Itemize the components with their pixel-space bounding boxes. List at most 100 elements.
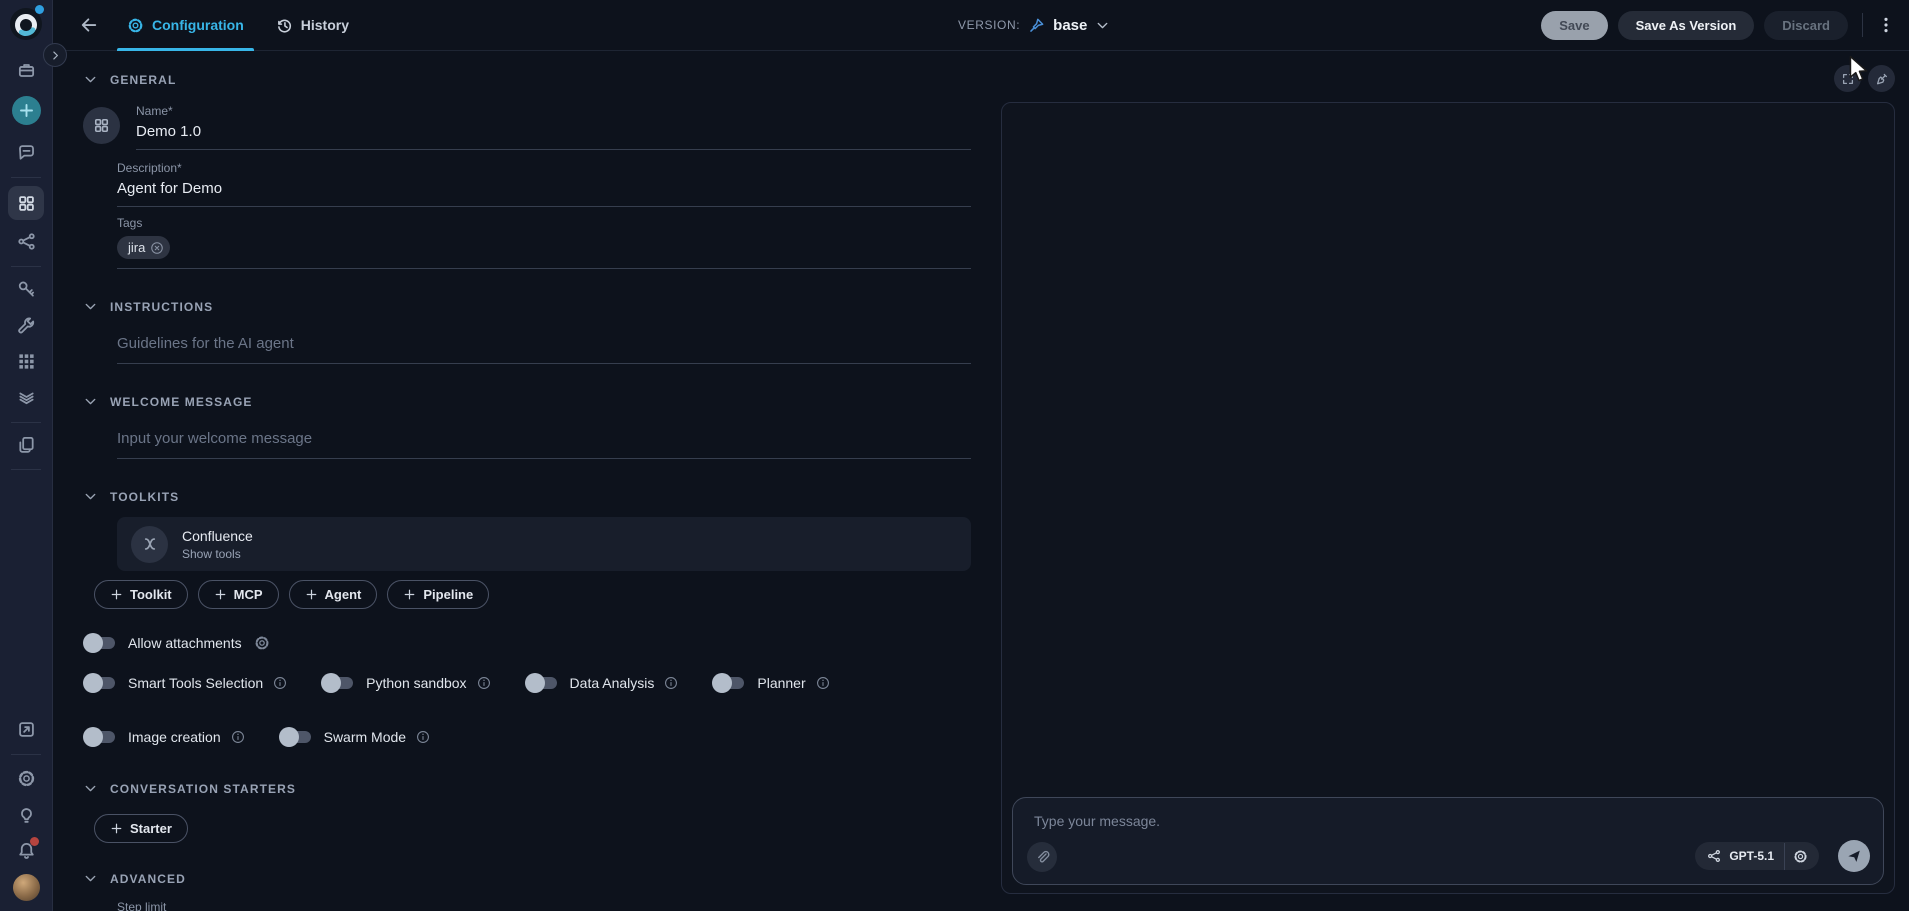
python-sandbox-switch[interactable] <box>321 673 356 693</box>
add-toolkit-button[interactable]: Toolkit <box>94 580 188 609</box>
description-field[interactable]: Description* Agent for Demo <box>117 161 971 207</box>
add-agent-button[interactable]: Agent <box>289 580 378 609</box>
toggle-swarm-mode[interactable]: Swarm Mode <box>279 727 430 747</box>
send-icon <box>1846 848 1862 864</box>
instructions-input[interactable]: Guidelines for the AI agent <box>117 335 971 364</box>
model-settings-button[interactable] <box>1785 843 1815 869</box>
info-icon[interactable] <box>231 730 245 744</box>
sidebar-item-notifications[interactable] <box>8 835 44 865</box>
logo-status-dot <box>35 5 44 14</box>
attach-file-button[interactable] <box>1027 842 1057 872</box>
info-icon[interactable] <box>477 676 491 690</box>
section-welcome-message[interactable]: WELCOME MESSAGE <box>83 394 971 409</box>
sidebar-create-button[interactable] <box>12 96 41 125</box>
sidebar-expand-button[interactable] <box>43 43 67 67</box>
chevron-down-icon <box>83 394 98 409</box>
flow-icon <box>17 232 36 251</box>
sidebar-item-toolkits[interactable] <box>8 310 44 340</box>
sidebar-item-integrations[interactable] <box>8 346 44 376</box>
add-pipeline-button[interactable]: Pipeline <box>387 580 489 609</box>
user-avatar[interactable] <box>13 874 40 901</box>
top-header: Configuration History VERSION: base Save… <box>53 0 1909 51</box>
show-tools-link[interactable]: Show tools <box>182 547 253 561</box>
fullscreen-button[interactable] <box>1834 65 1861 92</box>
send-message-button[interactable] <box>1838 840 1870 872</box>
version-selector[interactable]: VERSION: base <box>958 17 1110 34</box>
section-instructions[interactable]: INSTRUCTIONS <box>83 299 971 314</box>
add-mcp-button[interactable]: MCP <box>198 580 279 609</box>
sidebar-item-credentials[interactable] <box>8 273 44 303</box>
name-value[interactable]: Demo 1.0 <box>136 123 971 140</box>
chevron-down-icon <box>83 489 98 504</box>
sidebar-item-chats[interactable] <box>8 137 44 167</box>
section-title: GENERAL <box>110 73 176 87</box>
add-starter-button[interactable]: Starter <box>94 814 188 843</box>
app-logo-icon[interactable] <box>9 7 43 41</box>
lightbulb-icon <box>17 806 36 825</box>
toggle-data-analysis[interactable]: Data Analysis <box>525 673 679 693</box>
sidebar-item-agents[interactable] <box>8 186 44 220</box>
save-as-version-button[interactable]: Save As Version <box>1618 11 1755 40</box>
sidebar-item-ideas[interactable] <box>8 800 44 830</box>
agent-avatar[interactable] <box>83 107 120 144</box>
sidebar-item-collections[interactable] <box>8 714 44 744</box>
name-field[interactable]: Name* Demo 1.0 <box>136 104 971 150</box>
description-value[interactable]: Agent for Demo <box>117 180 971 197</box>
info-icon[interactable] <box>664 676 678 690</box>
toggle-smart-tools-selection[interactable]: Smart Tools Selection <box>83 673 287 693</box>
sidebar-item-workspace[interactable] <box>8 55 44 85</box>
attachments-settings-gear-icon[interactable] <box>254 635 270 651</box>
tag-chip[interactable]: jira <box>117 236 170 259</box>
briefcase-icon <box>17 61 36 80</box>
toggle-planner[interactable]: Planner <box>712 673 829 693</box>
chat-input-box[interactable]: Type your message. GPT-5.1 <box>1012 797 1884 885</box>
sidebar <box>0 0 53 911</box>
tab-history[interactable]: History <box>272 0 353 51</box>
model-selector[interactable]: GPT-5.1 <box>1695 842 1819 870</box>
clear-chat-button[interactable] <box>1868 65 1895 92</box>
chevron-down-icon <box>83 781 98 796</box>
sidebar-item-settings[interactable] <box>8 763 44 793</box>
info-icon[interactable] <box>816 676 830 690</box>
section-conversation-starters[interactable]: CONVERSATION STARTERS <box>83 781 971 796</box>
header-divider <box>1862 13 1863 37</box>
layers-icon <box>17 388 36 407</box>
sidebar-item-artifacts[interactable] <box>8 429 44 459</box>
section-general[interactable]: GENERAL <box>83 72 971 87</box>
sidebar-divider <box>11 754 41 755</box>
toggle-image-creation[interactable]: Image creation <box>83 727 245 747</box>
tab-configuration[interactable]: Configuration <box>123 0 248 51</box>
info-icon[interactable] <box>416 730 430 744</box>
more-options-icon[interactable] <box>1877 16 1895 34</box>
data-analysis-switch[interactable] <box>525 673 560 693</box>
version-label: VERSION: <box>958 18 1020 32</box>
version-value: base <box>1053 17 1087 34</box>
step-limit-field[interactable]: Step limit 25 <box>117 900 971 911</box>
welcome-message-input[interactable]: Input your welcome message <box>117 430 971 459</box>
section-advanced[interactable]: ADVANCED <box>83 871 971 886</box>
sidebar-divider <box>11 469 41 470</box>
tags-field[interactable]: Tags jira <box>117 216 971 269</box>
sidebar-item-flows[interactable] <box>8 226 44 256</box>
description-label: Description* <box>117 161 971 175</box>
key-icon <box>17 279 36 298</box>
back-arrow-icon[interactable] <box>79 15 99 35</box>
swarm-mode-switch[interactable] <box>279 727 314 747</box>
planner-switch[interactable] <box>712 673 747 693</box>
allow-attachments-switch[interactable] <box>83 633 118 653</box>
toggle-allow-attachments[interactable]: Allow attachments <box>83 633 270 653</box>
image-creation-switch[interactable] <box>83 727 118 747</box>
discard-button[interactable]: Discard <box>1764 11 1848 40</box>
sidebar-item-tags[interactable] <box>8 382 44 412</box>
remove-tag-icon[interactable] <box>150 241 164 255</box>
toggle-python-sandbox[interactable]: Python sandbox <box>321 673 490 693</box>
fullscreen-icon <box>1841 72 1855 86</box>
save-button[interactable]: Save <box>1541 11 1607 40</box>
info-icon[interactable] <box>273 676 287 690</box>
chevron-down-icon <box>83 299 98 314</box>
tags-label: Tags <box>117 216 971 230</box>
smart-tools-switch[interactable] <box>83 673 118 693</box>
section-toolkits[interactable]: TOOLKITS <box>83 489 971 504</box>
toolkit-item-confluence[interactable]: Confluence Show tools <box>117 517 971 571</box>
export-card-icon <box>17 720 36 739</box>
